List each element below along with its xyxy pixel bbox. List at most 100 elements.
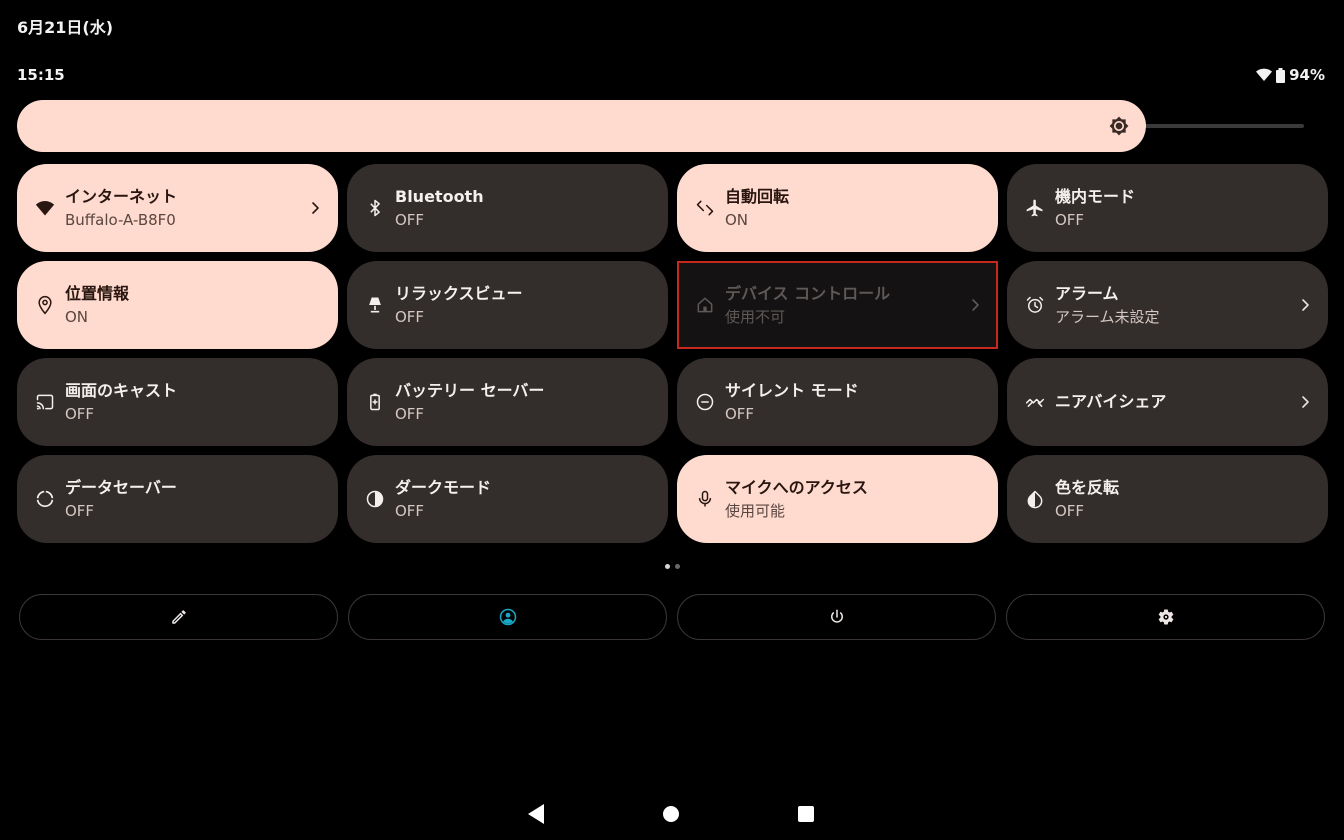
edit-button[interactable] xyxy=(19,594,338,640)
tile-do-not-disturb[interactable]: サイレント モード OFF xyxy=(677,358,998,446)
tile-microphone[interactable]: マイクへのアクセス 使用可能 xyxy=(677,455,998,543)
tile-text: 画面のキャスト OFF xyxy=(65,380,322,425)
recents-button[interactable] xyxy=(798,806,814,822)
tile-title: 画面のキャスト xyxy=(65,380,178,400)
rotate-icon xyxy=(695,198,715,218)
tile-status: OFF xyxy=(1055,501,1085,520)
brightness-slider[interactable] xyxy=(17,100,1304,152)
tile-title: ダークモード xyxy=(395,477,492,497)
tile-text: 機内モード OFF xyxy=(1055,186,1312,231)
tile-status: OFF xyxy=(65,404,95,423)
tile-home[interactable]: デバイス コントロール 使用不可 xyxy=(677,261,998,349)
tile-status: OFF xyxy=(395,210,425,229)
page-dot xyxy=(665,564,670,569)
wifi-icon xyxy=(1256,68,1273,82)
tile-text: Bluetooth OFF xyxy=(395,186,652,231)
tile-title: 色を反転 xyxy=(1055,477,1120,497)
tile-wifi[interactable]: インターネット Buffalo-A-B8F0 xyxy=(17,164,338,252)
nearby-share-icon xyxy=(1025,392,1045,412)
location-icon xyxy=(35,295,55,315)
tile-text: データセーバー OFF xyxy=(65,477,322,522)
status-icons: 94% xyxy=(1256,66,1325,84)
tile-data-saver[interactable]: データセーバー OFF xyxy=(17,455,338,543)
tile-text: デバイス コントロール 使用不可 xyxy=(725,283,968,328)
tile-location[interactable]: 位置情報 ON xyxy=(17,261,338,349)
brightness-track[interactable] xyxy=(1137,124,1304,128)
tile-status: アラーム未設定 xyxy=(1055,307,1160,326)
clock: 15:15 xyxy=(17,66,65,84)
settings-icon xyxy=(1157,608,1175,626)
tile-text: 位置情報 ON xyxy=(65,283,322,328)
chevron-right-icon xyxy=(968,298,982,312)
tile-title: アラーム xyxy=(1055,283,1119,303)
battery-percent: 94% xyxy=(1289,66,1325,84)
tile-text: リラックスビュー OFF xyxy=(395,283,652,328)
tile-text: ニアバイシェア xyxy=(1055,391,1298,413)
tile-nearby-share[interactable]: ニアバイシェア xyxy=(1007,358,1328,446)
user-switcher-button[interactable] xyxy=(348,594,667,640)
alarm-icon xyxy=(1025,295,1045,315)
tile-title: ニアバイシェア xyxy=(1055,392,1167,411)
tile-title: 機内モード xyxy=(1055,186,1136,206)
tile-title: バッテリー セーバー xyxy=(395,380,545,400)
tile-title: Bluetooth xyxy=(395,186,484,206)
tile-rotate[interactable]: 自動回転 ON xyxy=(677,164,998,252)
settings-button[interactable] xyxy=(1006,594,1325,640)
tile-airplane[interactable]: 機内モード OFF xyxy=(1007,164,1328,252)
home-button[interactable] xyxy=(663,806,679,822)
back-icon[interactable] xyxy=(528,804,544,828)
power-icon xyxy=(828,608,846,626)
cast-icon xyxy=(35,392,55,412)
footer-actions xyxy=(19,594,1325,640)
navigation-bar xyxy=(0,804,1344,824)
user-icon xyxy=(499,608,517,626)
tile-alarm[interactable]: アラームアラーム未設定 xyxy=(1007,261,1328,349)
tile-text: 自動回転 ON xyxy=(725,186,982,231)
battery-icon xyxy=(1276,67,1286,83)
chevron-right-icon xyxy=(308,201,322,215)
tile-invert-colors[interactable]: 色を反転 OFF xyxy=(1007,455,1328,543)
do-not-disturb-icon xyxy=(695,392,715,412)
dark-mode-icon xyxy=(365,489,385,509)
bluetooth-icon xyxy=(365,198,385,218)
tile-status: OFF xyxy=(725,404,755,423)
lamp-icon xyxy=(365,295,385,315)
tile-title: リラックスビュー xyxy=(395,283,523,303)
chevron-right-icon xyxy=(1298,395,1312,409)
tile-text: サイレント モード OFF xyxy=(725,380,982,425)
tile-battery-saver[interactable]: バッテリー セーバー OFF xyxy=(347,358,668,446)
tile-text: 色を反転 OFF xyxy=(1055,477,1312,522)
quick-settings-grid: インターネット Buffalo-A-B8F0 Bluetooth OFF 自動回転 ON 機… xyxy=(17,164,1328,543)
page-indicator xyxy=(665,564,680,569)
tile-status: OFF xyxy=(395,404,425,423)
tile-bluetooth[interactable]: Bluetooth OFF xyxy=(347,164,668,252)
airplane-icon xyxy=(1025,198,1045,218)
tile-status: ON xyxy=(65,307,89,326)
tile-text: マイクへのアクセス 使用可能 xyxy=(725,477,982,522)
battery-saver-icon xyxy=(365,392,385,412)
tile-status: OFF xyxy=(65,501,95,520)
tile-status: OFF xyxy=(395,501,425,520)
tile-status: Buffalo-A-B8F0 xyxy=(65,210,176,229)
page-dot xyxy=(675,564,680,569)
tile-title: データセーバー xyxy=(65,477,177,497)
tile-cast[interactable]: 画面のキャスト OFF xyxy=(17,358,338,446)
tile-title: 自動回転 xyxy=(725,186,790,206)
tile-title: デバイス コントロール xyxy=(725,283,891,303)
tile-status: OFF xyxy=(1055,210,1085,229)
edit-icon xyxy=(170,608,188,626)
tile-text: インターネット Buffalo-A-B8F0 xyxy=(65,186,308,231)
tile-text: ダークモード OFF xyxy=(395,477,652,522)
tile-text: バッテリー セーバー OFF xyxy=(395,380,652,425)
tile-text: アラームアラーム未設定 xyxy=(1055,283,1298,328)
tile-status: ON xyxy=(725,210,749,229)
tile-lamp[interactable]: リラックスビュー OFF xyxy=(347,261,668,349)
tile-title: マイクへのアクセス xyxy=(725,477,868,497)
tile-status: 使用可能 xyxy=(725,501,786,520)
date-label: 6月21日(水) xyxy=(17,18,114,37)
tile-dark-mode[interactable]: ダークモード OFF xyxy=(347,455,668,543)
brightness-fill[interactable] xyxy=(17,100,1146,152)
brightness-icon xyxy=(1109,116,1129,136)
home-icon xyxy=(695,295,715,315)
power-button[interactable] xyxy=(677,594,996,640)
